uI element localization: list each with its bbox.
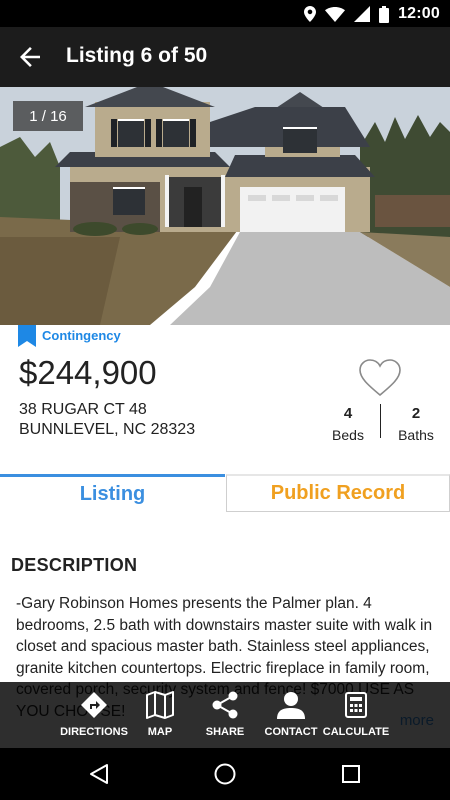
location-icon xyxy=(304,6,317,22)
nav-home-button[interactable] xyxy=(211,760,239,788)
share-label: SHARE xyxy=(205,726,245,738)
back-button[interactable] xyxy=(14,41,46,73)
status-badge: Contingency xyxy=(18,325,121,347)
contact-icon xyxy=(277,692,305,719)
system-nav-bar xyxy=(0,748,450,800)
status-icons: 12:00 xyxy=(304,4,440,24)
directions-label: DIRECTIONS xyxy=(60,726,128,738)
tab-listing[interactable]: Listing xyxy=(0,474,225,512)
baths-label: Baths xyxy=(398,427,434,443)
map-label: MAP xyxy=(147,726,173,738)
calculator-icon xyxy=(345,692,367,718)
listing-price: $244,900 xyxy=(19,354,157,391)
address-line-2: BUNNLEVEL, NC 28323 xyxy=(19,421,196,438)
beds-label: Beds xyxy=(332,427,364,443)
map-button[interactable]: MAP xyxy=(138,690,182,744)
photo-counter: 1 / 16 xyxy=(13,101,83,131)
wifi-icon xyxy=(325,6,346,22)
arrow-back-icon xyxy=(20,47,40,67)
status-time: 12:00 xyxy=(398,5,440,22)
nav-recents-icon xyxy=(342,765,360,783)
beds-stat: 4 Beds xyxy=(318,405,378,443)
directions-button[interactable]: DIRECTIONS xyxy=(60,690,128,744)
baths-stat: 2 Baths xyxy=(386,405,446,443)
description-title: DESCRIPTION xyxy=(11,555,138,575)
signal-icon xyxy=(354,6,371,22)
nav-recents-button[interactable] xyxy=(337,760,365,788)
address-line-1: 38 RUGAR CT 48 xyxy=(19,401,147,418)
calculate-button[interactable]: CALCULATE xyxy=(322,690,390,744)
beds-value: 4 xyxy=(343,405,353,422)
calculate-label: CALCULATE xyxy=(322,726,390,738)
stat-divider xyxy=(380,404,381,438)
share-icon xyxy=(212,691,238,719)
action-bar: DIRECTIONS MAP SHARE CONTACT CALCULATE xyxy=(0,682,450,748)
share-button[interactable]: SHARE xyxy=(200,690,250,744)
battery-icon xyxy=(379,5,390,23)
heart-icon xyxy=(359,359,401,397)
baths-value: 2 xyxy=(411,405,421,422)
map-icon xyxy=(146,691,174,719)
status-bar: 12:00 xyxy=(0,0,450,27)
status-label: Contingency xyxy=(42,328,121,343)
tab-public-record[interactable]: Public Record xyxy=(226,474,450,512)
contact-label: CONTACT xyxy=(264,726,318,738)
contact-button[interactable]: CONTACT xyxy=(262,690,320,744)
nav-back-icon xyxy=(90,764,108,784)
nav-back-button[interactable] xyxy=(85,760,113,788)
page-title: Listing 6 of 50 xyxy=(66,44,208,67)
listing-photo[interactable]: 1 / 16 xyxy=(0,87,450,325)
favorite-button[interactable] xyxy=(358,358,402,398)
nav-home-icon xyxy=(214,763,236,785)
app-bar: Listing 6 of 50 xyxy=(0,27,450,87)
bookmark-icon xyxy=(18,325,36,347)
directions-icon xyxy=(81,692,107,718)
